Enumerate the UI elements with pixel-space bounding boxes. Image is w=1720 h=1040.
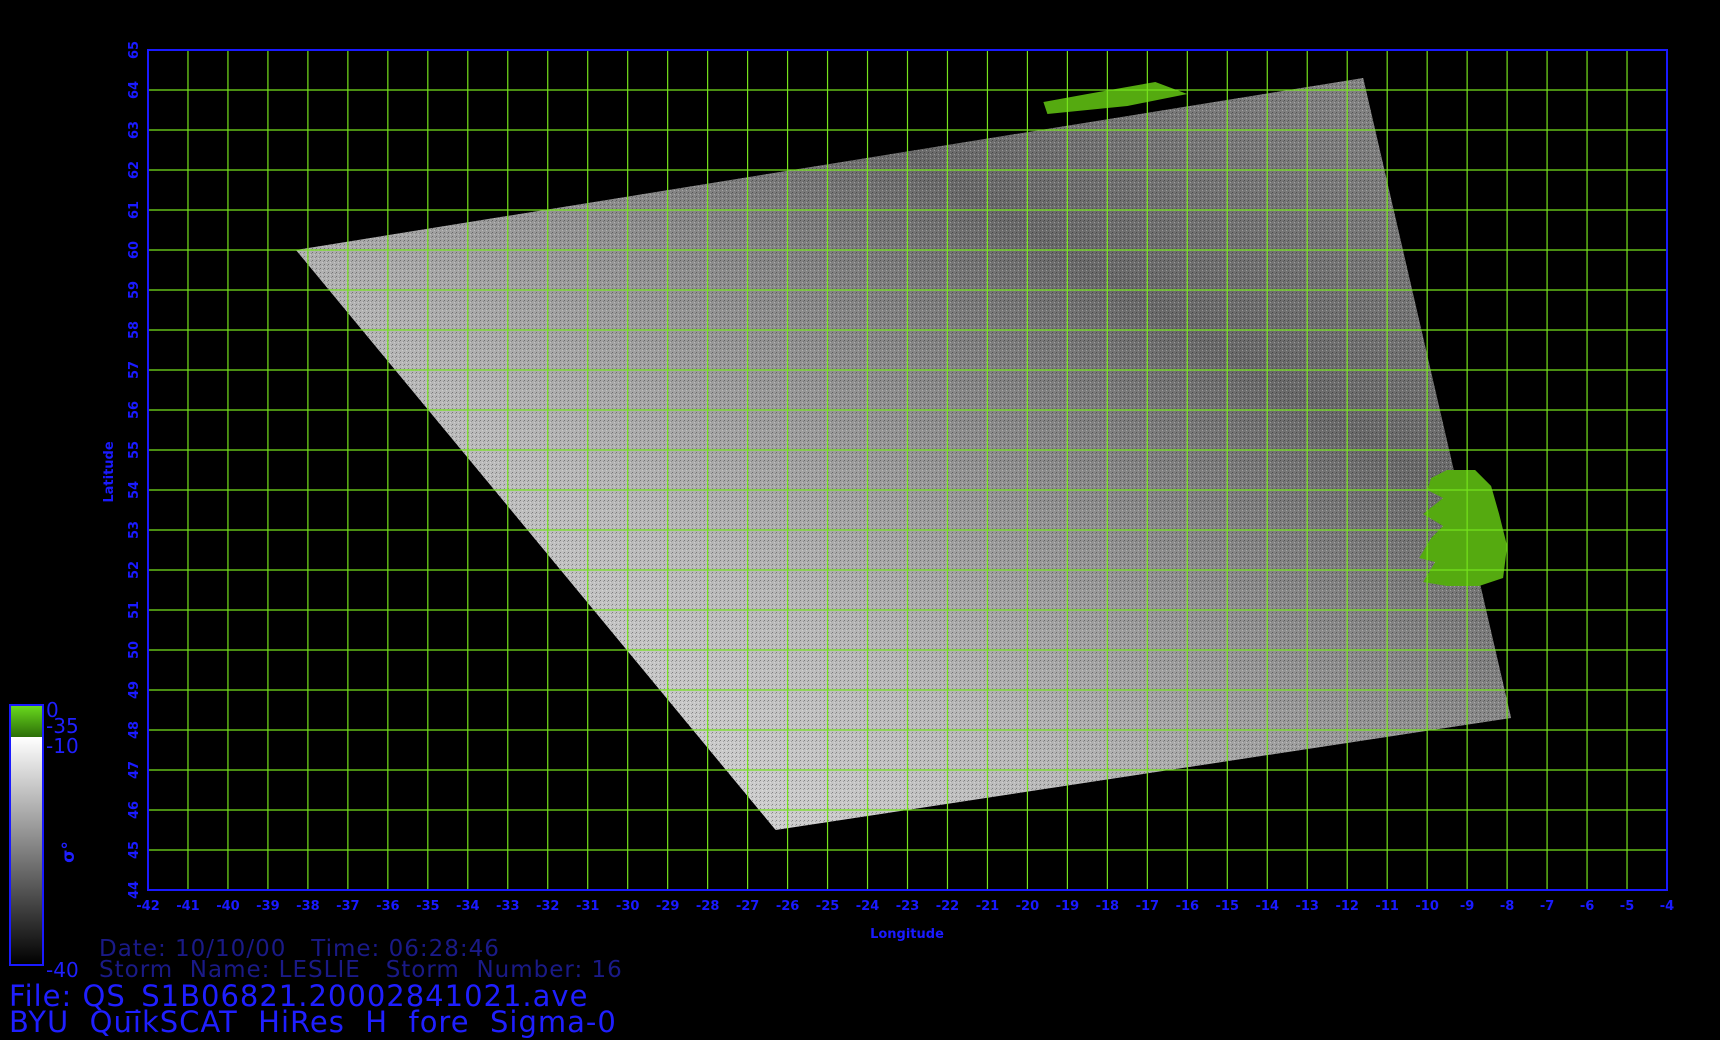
colorbar-label-gray-max: -10 [46, 734, 79, 758]
longitude-tick-label: -28 [696, 899, 720, 914]
longitude-tick-label: -33 [496, 899, 520, 914]
latitude-tick-label: 62 [127, 161, 142, 179]
longitude-tick-label: -25 [816, 899, 840, 914]
latitude-tick-label: 51 [127, 601, 142, 619]
longitude-tick-label: -37 [336, 899, 360, 914]
longitude-tick-label: -21 [976, 899, 1000, 914]
latitude-tick-labels: 44 45 46 47 48 49 50 51 52 53 54 55 56 57 58 59 60 61 62 63… [127, 41, 142, 899]
latitude-tick-label: 45 [127, 841, 142, 859]
longitude-tick-label: -15 [1216, 899, 1240, 914]
swath-texture [295, 78, 1512, 830]
longitude-tick-label: -24 [856, 899, 880, 914]
longitude-tick-label: -39 [256, 899, 280, 914]
longitude-tick-label: -12 [1335, 899, 1359, 914]
longitude-tick-label: -22 [936, 899, 960, 914]
longitude-tick-label: -36 [376, 899, 400, 914]
latitude-tick-label: 46 [127, 801, 142, 819]
latitude-tick-label: 52 [127, 561, 142, 579]
latitude-tick-label: 54 [127, 481, 142, 499]
longitude-tick-label: -10 [1415, 899, 1439, 914]
latitude-tick-label: 65 [127, 41, 142, 59]
latitude-tick-label: 47 [127, 761, 142, 779]
latitude-tick-label: 48 [127, 721, 142, 739]
longitude-tick-label: -31 [576, 899, 600, 914]
latitude-tick-label: 50 [127, 641, 142, 659]
longitude-tick-label: -4 [1660, 899, 1674, 914]
longitude-tick-label: -32 [536, 899, 560, 914]
longitude-tick-label: -41 [176, 899, 200, 914]
colorbar-gray-band [10, 737, 43, 965]
product-title: BYU QuikSCAT HiRes H fore Sigma-0 [9, 1005, 617, 1039]
longitude-tick-label: -14 [1256, 899, 1280, 914]
longitude-tick-label: -38 [296, 899, 320, 914]
longitude-tick-label: -30 [616, 899, 640, 914]
iceland-land [1043, 82, 1188, 114]
latitude-tick-label: 49 [127, 681, 142, 699]
latitude-tick-label: 44 [127, 881, 142, 899]
longitude-tick-label: -20 [1016, 899, 1040, 914]
latitude-tick-label: 56 [127, 401, 142, 419]
longitude-tick-label: -9 [1460, 899, 1474, 914]
colorbar-green-band [10, 705, 43, 737]
longitude-tick-label: -42 [136, 899, 160, 914]
latitude-tick-label: 59 [127, 281, 142, 299]
latitude-tick-label: 64 [127, 81, 142, 99]
longitude-tick-label: -5 [1620, 899, 1634, 914]
longitude-tick-label: -7 [1540, 899, 1554, 914]
longitude-tick-label: -18 [1096, 899, 1120, 914]
longitude-tick-label: -6 [1580, 899, 1594, 914]
x-axis-label: Longitude [870, 927, 944, 942]
longitude-tick-label: -40 [216, 899, 240, 914]
longitude-tick-label: -8 [1500, 899, 1514, 914]
longitude-tick-label: -17 [1136, 899, 1160, 914]
latitude-tick-label: 57 [127, 361, 142, 379]
longitude-tick-label: -19 [1056, 899, 1080, 914]
longitude-tick-label: -26 [776, 899, 800, 914]
y-axis-label: Latitude [102, 441, 117, 503]
latitude-tick-label: 63 [127, 121, 142, 139]
scatterometer-map: -42 -41 -40 -39 -38 -37 -36 -35 -34 -33 -32 -31 -30 -… [9, 41, 1674, 982]
latitude-tick-label: 58 [127, 321, 142, 339]
longitude-tick-label: -16 [1176, 899, 1200, 914]
longitude-tick-label: -23 [896, 899, 920, 914]
colorbar: 0 -35 -10 -40 σ° [9, 698, 79, 982]
longitude-tick-label: -34 [456, 899, 480, 914]
colorbar-sigma-symbol: σ° [59, 841, 79, 863]
latitude-tick-label: 61 [127, 201, 142, 219]
longitude-tick-labels: -42 -41 -40 -39 -38 -37 -36 -35 -34 -33 -32 -31 -30 -… [136, 899, 1674, 914]
latitude-tick-label: 60 [127, 241, 142, 259]
longitude-tick-label: -11 [1375, 899, 1399, 914]
longitude-tick-label: -29 [656, 899, 680, 914]
latitude-tick-label: 55 [127, 441, 142, 459]
longitude-tick-label: -35 [416, 899, 440, 914]
longitude-tick-label: -27 [736, 899, 760, 914]
longitude-tick-label: -13 [1295, 899, 1319, 914]
latitude-tick-label: 53 [127, 521, 142, 539]
